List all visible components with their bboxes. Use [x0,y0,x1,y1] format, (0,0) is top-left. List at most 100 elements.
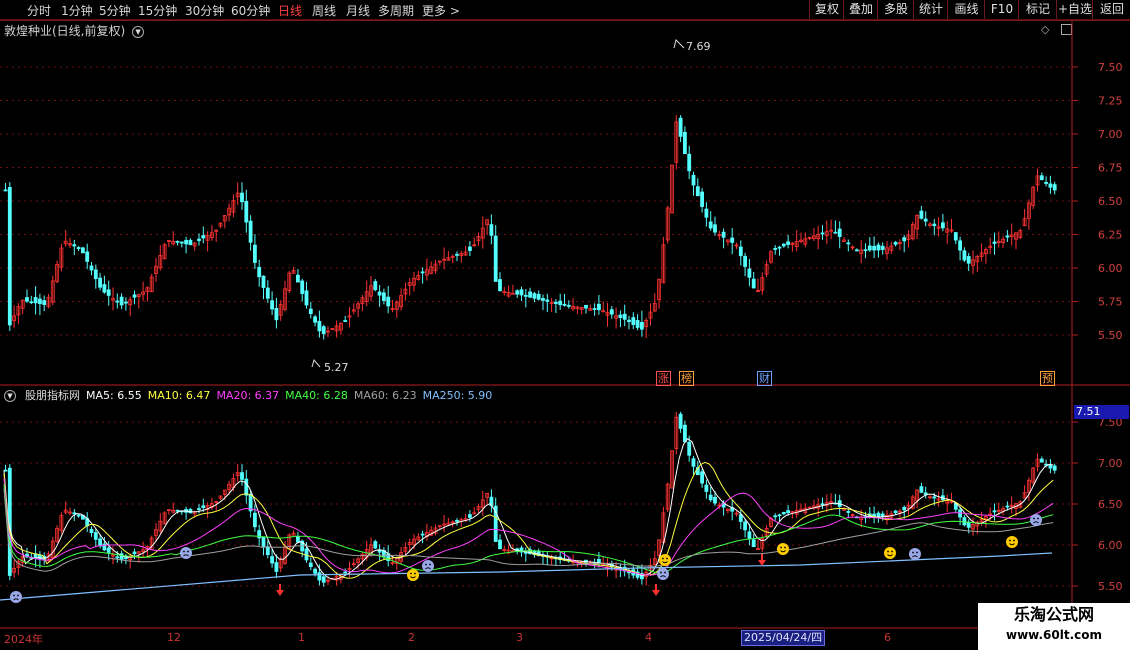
ind-candle-body [708,494,713,501]
candle-body [941,222,945,229]
ind-candle-body [115,556,120,559]
candle-body [837,228,842,237]
candle-body [609,309,614,315]
face-eye [1013,539,1015,542]
ma-legend-5: MA250: 5.90 [422,389,493,402]
ind-candle-body [781,511,786,515]
ind-candle-body [201,505,206,508]
candle-body [708,221,713,229]
ind-candle-body [1052,465,1057,471]
face-eye [13,594,15,597]
ind-candle-body [704,484,709,492]
face-icon-8 [909,548,921,560]
face-icon-3 [422,560,434,572]
candle-body [455,253,459,256]
ind-label-3: 6.00 [1098,539,1123,552]
candle-body [115,300,120,303]
candle-body [274,308,279,321]
date-label-5: 4 [645,631,652,644]
face-eye [916,551,918,554]
candle-body [261,275,266,288]
ind-candle-body [304,548,309,561]
candle-body [523,294,528,297]
event-tag-2[interactable]: 财 [757,371,772,386]
candle-body [93,269,98,279]
candle-body [541,298,545,301]
ind-candle-body [265,546,270,556]
candle-body [467,246,472,251]
ind-candle-body [317,572,322,581]
candle-body [119,296,124,306]
candle-body [29,301,34,304]
high-label: 7.69 [686,40,711,53]
ind-candle-body [876,512,881,518]
ind-candle-body [244,478,249,496]
candle-body [622,313,627,320]
event-tag-0[interactable]: 涨 [656,371,671,386]
ind-candle-body [270,556,275,564]
candle-body [618,314,623,318]
ind-candle-body [106,547,111,553]
indicator-current-value: 7.51 [1074,405,1129,419]
candle-body [343,320,348,322]
date-label-3: 2 [408,631,415,644]
ind-candle-body [313,568,318,574]
ind-candle-body [76,514,81,517]
ind-candle-body [72,512,77,515]
candle-body [730,237,735,243]
ind-candle-body [295,536,300,543]
candle-body [132,294,137,298]
face-eye [912,551,914,554]
candle-body [562,303,567,306]
ind-candle-body [321,576,326,583]
candle-body [855,249,859,252]
kline-chart[interactable]: 7.507.257.006.756.506.256.005.755.507.50… [0,0,1130,650]
candle-body [777,246,782,249]
event-tag-1[interactable]: 榜 [679,371,694,386]
date-label-4: 3 [516,631,523,644]
candle-body [42,300,47,305]
ind-candle-body [175,509,180,512]
price-label-7: 5.75 [1098,296,1123,309]
ind-candle-body [261,536,266,547]
ind-candle-body [743,521,747,531]
candle-body [902,237,907,242]
ind-candle-body [846,511,851,513]
ma-legend-3: MA40: 6.28 [285,389,348,402]
face-eye [410,572,412,575]
candle-body [566,304,571,307]
candle-body [584,304,588,309]
candle-body [373,281,378,291]
candle-body [876,244,881,251]
ind-candle-body [923,492,928,495]
candle-body [85,251,90,262]
face-eye [660,571,662,574]
price-label-6: 6.00 [1098,262,1123,275]
face-icon-5 [657,568,669,580]
indicator-chevron-icon[interactable]: ▼ [4,390,16,402]
date-label-1: 12 [167,631,181,644]
ind-candle-body [919,486,924,493]
ind-candle-body [820,503,825,506]
candle-body [713,224,717,233]
candle-body [7,187,12,326]
price-label-8: 5.50 [1098,329,1123,342]
candle-body [1044,181,1048,184]
candle-body [33,297,38,304]
candle-body [704,208,709,218]
event-tag-3[interactable]: 预 [1040,371,1055,386]
candle-body [923,218,928,222]
ind-candle-body [786,510,790,514]
candle-body [89,265,94,271]
candle-body [1005,235,1010,238]
candle-body [683,131,687,154]
ind-candle-body [683,424,687,443]
candle-body [201,235,206,239]
candle-body [197,238,201,241]
candle-body [519,289,524,296]
ind-candle-body [992,510,997,513]
candle-body [179,241,184,244]
candle-body [953,232,958,241]
candle-body [962,250,967,261]
ind-candle-body [124,557,128,560]
